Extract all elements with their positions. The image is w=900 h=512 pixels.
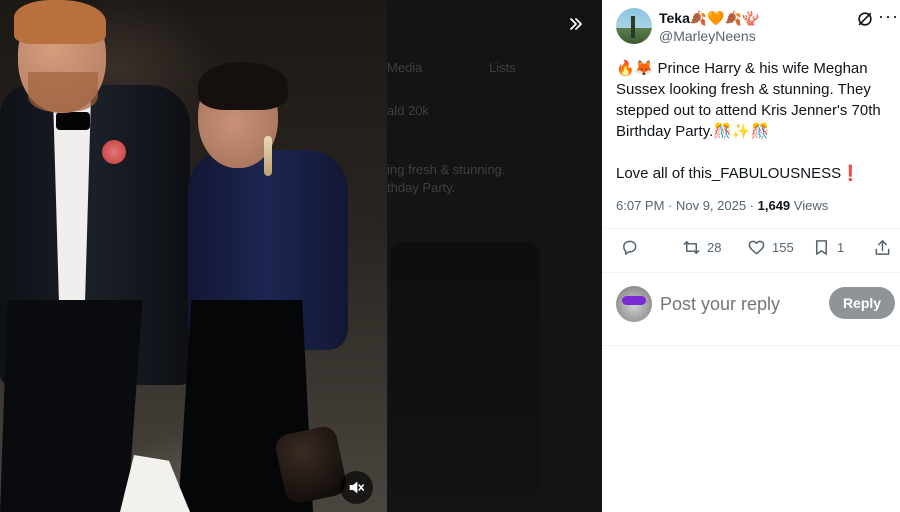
author-handle[interactable]: @MarleyNeens <box>659 28 756 44</box>
heart-icon <box>748 240 765 255</box>
retweet-count: 28 <box>707 240 722 255</box>
author-display-name[interactable]: Teka🍂🧡🍂🪸 <box>659 10 760 27</box>
expand-button[interactable] <box>560 8 592 40</box>
divider-middle <box>602 272 900 273</box>
current-user-avatar[interactable] <box>616 286 652 322</box>
photo-figure-beard <box>28 72 98 112</box>
retweet-icon <box>683 241 700 254</box>
tweet-meta: 6:07 PM · Nov 9, 2025 · 1,649 Views <box>616 198 828 213</box>
mute-button[interactable] <box>340 471 373 504</box>
author-avatar[interactable] <box>616 8 652 44</box>
photo-figure-bowtie <box>56 112 90 130</box>
tweet-text-line-2: Love all of this_FABULOUSNESS❗ <box>616 165 860 182</box>
views-count: 1,649 <box>757 198 791 213</box>
photo-figure-legs <box>0 300 143 512</box>
reply-input[interactable] <box>660 290 820 318</box>
tweet-body: 🔥🦊 Prince Harry & his wife Meghan Sussex… <box>616 58 891 184</box>
reply-action[interactable] <box>620 238 645 257</box>
tweet-text-line-1: 🔥🦊 Prince Harry & his wife Meghan Sussex… <box>616 60 881 140</box>
double-chevron-right-icon <box>570 18 582 30</box>
ghost-line-1: ing fresh & stunning. <box>387 162 506 177</box>
tweet-timestamp[interactable]: 6:07 PM · Nov 9, 2025 · <box>616 198 758 213</box>
bookmark-action[interactable]: 1 <box>812 238 844 257</box>
ghost-tab-lists: Lists <box>489 60 516 75</box>
bookmark-icon <box>815 240 828 255</box>
share-icon <box>875 240 890 255</box>
photo-figure-hair <box>14 0 106 44</box>
tweet-panel: Teka🍂🧡🍂🪸 @MarleyNeens ··· 🔥🦊 Prince Harr… <box>602 0 900 512</box>
divider-bottom <box>602 345 900 346</box>
photo-figure-flower <box>102 140 126 164</box>
photo-figure2-hair <box>198 62 288 110</box>
media-viewer[interactable]: Media Lists ald 20k ing fresh & stunning… <box>0 0 602 512</box>
bookmark-count: 1 <box>837 240 845 255</box>
media-photo[interactable] <box>0 0 387 512</box>
speaker-muted-icon <box>349 481 365 494</box>
like-action[interactable]: 155 <box>747 238 794 257</box>
reply-icon <box>623 240 637 255</box>
photo-figure2-earring <box>264 136 272 176</box>
ghost-image <box>390 242 540 498</box>
views-label: Views <box>790 198 829 213</box>
more-options-icon[interactable]: ··· <box>878 6 899 27</box>
ghost-tab-media: Media <box>387 60 423 75</box>
ghost-date: ald 20k <box>387 103 429 118</box>
tweet-actions: 28 155 1 <box>616 238 894 262</box>
retweet-action[interactable]: 28 <box>682 238 721 257</box>
like-count: 155 <box>772 240 794 255</box>
ghost-line-2: thday Party. <box>387 180 456 195</box>
grok-icon[interactable] <box>856 10 874 28</box>
divider-top <box>602 228 900 229</box>
share-action[interactable] <box>873 238 892 257</box>
dimmed-backdrop: Media Lists ald 20k ing fresh & stunning… <box>387 0 602 512</box>
photo-figure2-bag <box>273 424 349 506</box>
reply-button[interactable]: Reply <box>829 287 895 319</box>
tweet-text-gap <box>616 142 891 163</box>
